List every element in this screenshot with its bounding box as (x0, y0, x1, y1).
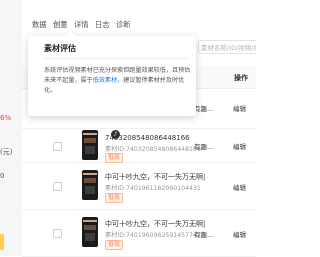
material-title: 中可十吵九空，不可一失万无啊| (105, 220, 206, 228)
material-title: 7403208548086448166 (105, 134, 190, 142)
table-row: ♪ 7403208548086448166 素材ID:7403208548086… (22, 128, 256, 163)
left-yellow-indicator (0, 234, 4, 250)
popover-body: 系统评估视频素材已充分探索但跑量效果较低，且预估 未来不起量，属于低效素材，建议… (44, 66, 196, 96)
tab-logs[interactable]: 日志 (95, 20, 116, 34)
edit-link[interactable]: 编辑 (233, 103, 246, 113)
left-yuan-fragment: (元) (0, 148, 13, 156)
popover-body-text: 未来不起量，属于 (44, 77, 93, 84)
row-checkbox[interactable] (53, 229, 62, 238)
left-zero-fragment: 0 (0, 172, 5, 180)
video-thumbnail[interactable] (82, 217, 98, 247)
row-truncated-text: 有趣... (194, 105, 214, 113)
popover-body-text: ，建议暂停素材并及时优 (117, 77, 185, 84)
popover-body-line2: 未来不起量，属于低效素材，建议暂停素材并及时优 (44, 76, 196, 86)
popover-body-line1: 系统评估视频素材已充分探索但跑量效果较低，且预估 (44, 67, 191, 74)
video-thumbnail[interactable] (82, 170, 98, 200)
popover-title: 素材评估 (44, 44, 76, 53)
left-percent-fragment: 6% (0, 114, 12, 122)
tab-diagnosis[interactable]: 诊断 (116, 20, 137, 34)
low-efficiency-badge[interactable]: 低效 (105, 240, 124, 250)
tab-details[interactable]: 详情 (74, 20, 95, 34)
low-efficiency-badge[interactable]: 低效 (105, 193, 124, 203)
table-row: 中可十吵九空，不可一失万无啊| 素材ID:7401961162060104431… (22, 162, 256, 210)
edit-link[interactable]: 编辑 (233, 182, 246, 192)
material-evaluation-popover: 素材评估 系统评估视频素材已充分探索但跑量效果较低，且预估 未来不起量，属于低效… (28, 36, 196, 116)
material-id: 素材ID:7401960962591457747 (105, 232, 201, 239)
popover-body-line3: 化。 (44, 87, 57, 94)
tab-data[interactable]: 数据 (32, 20, 53, 34)
popover-divider (44, 58, 188, 59)
row-truncated-text: 有趣... (194, 143, 214, 151)
search-input[interactable]: 素材名称/ID/视频/抖音号 (198, 40, 256, 54)
video-thumbnail[interactable] (82, 130, 98, 160)
table-row: 中可十吵九空，不可一失万无啊| 素材ID:7401960962591457747… (22, 209, 256, 257)
row-truncated-text: 有趣... (194, 231, 214, 239)
row-checkbox[interactable] (53, 182, 62, 191)
row-checkbox[interactable] (53, 142, 62, 151)
edit-link[interactable]: 编辑 (233, 141, 246, 151)
low-efficiency-link[interactable]: 低效素材 (93, 77, 117, 84)
material-id: 素材ID:7403208548086448166 (105, 146, 201, 153)
edit-link[interactable]: 编辑 (233, 229, 246, 239)
material-id: 素材ID:7401961162060104431 (105, 185, 201, 192)
detail-tabs: 数据 创意 详情 日志 诊断 (32, 20, 137, 34)
ops-column-header: 操作 (234, 74, 248, 82)
material-title: 中可十吵九空，不可一失万无啊| (105, 173, 206, 181)
